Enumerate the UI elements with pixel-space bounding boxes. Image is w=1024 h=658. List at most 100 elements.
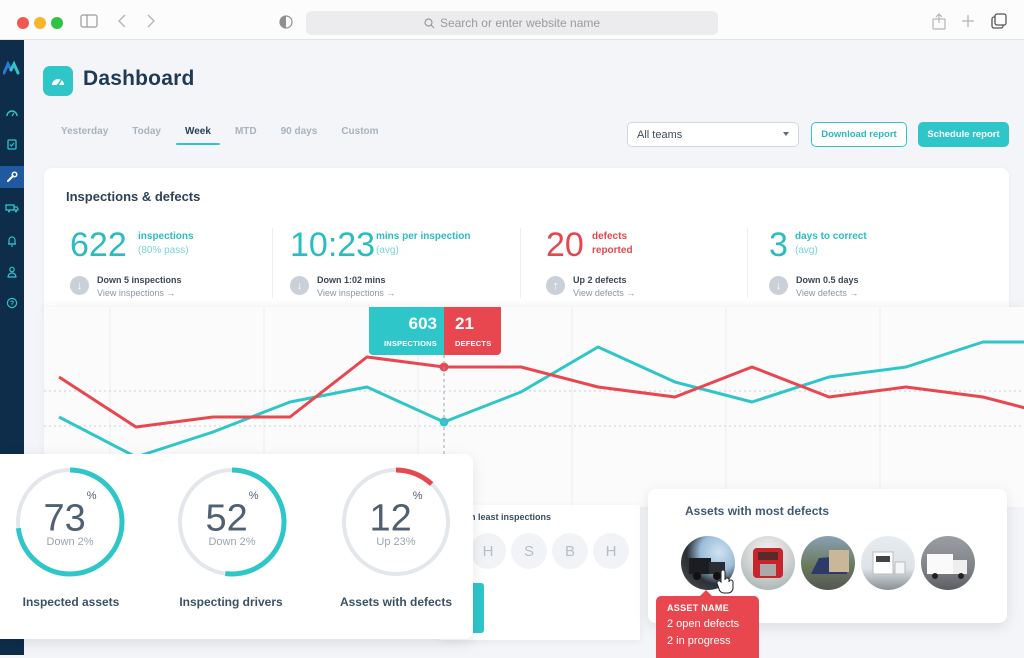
arrow-up-icon: ↑ bbox=[546, 276, 565, 295]
kpi-trend: Down 1:02 mins bbox=[317, 275, 386, 285]
sidebar-item-maintenance[interactable] bbox=[0, 166, 24, 188]
gauge-value: 52% bbox=[205, 490, 259, 540]
sidebar-item-users[interactable] bbox=[0, 261, 24, 283]
kpi-value: 20 bbox=[546, 226, 584, 264]
gauge-change: Up 23% bbox=[376, 536, 416, 548]
asset-tooltip-in-progress: 2 in progress bbox=[667, 635, 731, 647]
sidebar-item-dashboard[interactable] bbox=[0, 102, 24, 124]
gauge-change: Down 2% bbox=[46, 536, 94, 548]
tab-custom[interactable]: Custom bbox=[332, 126, 387, 145]
chart-tooltip-inspections: 603 INSPECTIONS bbox=[369, 307, 444, 355]
gauge-label: Inspected assets bbox=[22, 595, 120, 609]
logo-icon[interactable] bbox=[0, 57, 24, 79]
kpi-label: days to correct (avg) bbox=[795, 231, 867, 256]
sidebar-item-vehicles[interactable] bbox=[0, 197, 24, 219]
chart-tooltip-defects: 21 DEFECTS bbox=[444, 307, 501, 355]
new-tab-icon[interactable] bbox=[961, 14, 975, 32]
kpi-days-to-correct: 3 days to correct (avg) ↓ Down 0.5 days … bbox=[769, 225, 969, 305]
dashboard-gauge-icon bbox=[6, 110, 18, 117]
view-inspections-link[interactable]: View inspections → bbox=[97, 288, 175, 298]
asset-avatar-box-truck[interactable] bbox=[921, 536, 975, 590]
view-inspections-link[interactable]: View inspections → bbox=[317, 288, 395, 298]
chevron-down-icon bbox=[783, 132, 789, 136]
sidebar-item-alerts[interactable] bbox=[0, 230, 24, 252]
asset-avatar-white-truck[interactable] bbox=[861, 536, 915, 590]
driver-avatar[interactable]: B bbox=[552, 533, 588, 569]
help-icon: ? bbox=[6, 297, 18, 309]
download-report-button[interactable]: Download report bbox=[811, 122, 907, 147]
back-icon[interactable] bbox=[117, 13, 127, 33]
sidebar-item-help[interactable]: ? bbox=[0, 292, 24, 314]
driver-avatar[interactable]: H bbox=[470, 533, 506, 569]
tab-overview-icon[interactable] bbox=[991, 13, 1008, 34]
gauge-change: Down 2% bbox=[208, 536, 256, 548]
kpi-trend: Down 0.5 days bbox=[796, 275, 859, 285]
search-icon bbox=[424, 17, 435, 28]
maximize-window-button[interactable] bbox=[51, 17, 63, 29]
team-select[interactable]: All teams bbox=[627, 122, 799, 147]
gauge-assets-with-defects: 12% Up 23% bbox=[340, 466, 452, 578]
dashboard-badge bbox=[43, 66, 73, 96]
asset-tooltip-open-defects: 2 open defects bbox=[667, 618, 740, 630]
series-line-defects bbox=[58, 355, 1024, 429]
driver-avatar[interactable]: S bbox=[511, 533, 547, 569]
kpi-trend: Up 2 defects bbox=[573, 275, 627, 285]
tab-yesterday[interactable]: Yesterday bbox=[52, 126, 117, 145]
sidebar-item-inspections[interactable] bbox=[0, 133, 24, 155]
minimize-window-button[interactable] bbox=[34, 17, 46, 29]
user-icon bbox=[7, 266, 17, 278]
asset-avatar-red-truck[interactable] bbox=[741, 536, 795, 590]
address-placeholder: Search or enter website name bbox=[439, 16, 601, 30]
kpi-label: defects reported bbox=[592, 231, 633, 256]
kpi-value: 622 bbox=[70, 226, 127, 264]
tooltip-inspections-value: 603 bbox=[408, 314, 437, 333]
kpi-value: 10:23 bbox=[290, 226, 376, 264]
kpi-label: mins per inspection (avg) bbox=[376, 231, 471, 256]
browser-toolbar: Search or enter website name bbox=[0, 0, 1024, 40]
gauge-label: Inspecting drivers bbox=[179, 595, 283, 609]
tab-today[interactable]: Today bbox=[123, 126, 170, 145]
assets-title: Assets with most defects bbox=[685, 504, 830, 518]
view-defects-link[interactable]: View defects → bbox=[573, 288, 635, 298]
view-defects-link[interactable]: View defects → bbox=[796, 288, 858, 298]
sidebar-toggle-icon[interactable] bbox=[80, 14, 98, 32]
arrow-down-icon: ↓ bbox=[290, 276, 309, 295]
privacy-shield-icon[interactable] bbox=[279, 15, 293, 33]
close-window-button[interactable] bbox=[17, 17, 29, 29]
card-title: Inspections & defects bbox=[66, 189, 201, 204]
schedule-report-button[interactable]: Schedule report bbox=[918, 122, 1009, 147]
share-icon[interactable] bbox=[932, 13, 946, 34]
divider bbox=[520, 228, 521, 298]
truck-icon bbox=[5, 204, 19, 213]
asset-tooltip: ASSET NAME 2 open defects 2 in progress bbox=[656, 590, 759, 658]
hand-cursor-icon bbox=[716, 570, 734, 594]
driver-avatar[interactable]: H bbox=[593, 533, 629, 569]
tooltip-defects-value: 21 bbox=[455, 314, 474, 333]
tab-week[interactable]: Week bbox=[175, 126, 220, 145]
inspections-defects-card: Inspections & defects 622 inspections (8… bbox=[44, 168, 1009, 318]
kpi-mins-per-inspection: 10:23 mins per inspection (avg) ↓ Down 1… bbox=[290, 225, 510, 305]
kpi-label: inspections (80% pass) bbox=[138, 231, 194, 256]
team-select-value: All teams bbox=[637, 128, 683, 141]
svg-text:?: ? bbox=[10, 301, 14, 308]
kpi-defects: 20 defects reported ↑ Up 2 defects View … bbox=[546, 225, 746, 305]
asset-avatar-blue-truck[interactable] bbox=[801, 536, 855, 590]
kpi-trend: Down 5 inspections bbox=[97, 275, 182, 285]
gauge-inspected-assets: 73% Down 2% bbox=[14, 466, 126, 578]
gauges-card: 73% Down 2% Inspected assets 52% Down 2%… bbox=[0, 454, 473, 639]
address-bar[interactable]: Search or enter website name bbox=[306, 11, 718, 35]
least-inspections-title: th least inspections bbox=[467, 512, 552, 522]
page-title: Dashboard bbox=[83, 67, 195, 90]
asset-tooltip-title: ASSET NAME bbox=[667, 603, 730, 613]
gauge-inspecting-drivers: 52% Down 2% bbox=[176, 466, 288, 578]
divider bbox=[747, 228, 748, 298]
bell-icon bbox=[8, 236, 16, 247]
divider bbox=[272, 228, 273, 298]
speedometer-icon bbox=[52, 79, 64, 87]
forward-icon[interactable] bbox=[146, 13, 156, 33]
tab-mtd[interactable]: MTD bbox=[226, 126, 266, 145]
kpi-value: 3 bbox=[769, 226, 788, 264]
date-range-tabs: Yesterday Today Week MTD 90 days Custom bbox=[52, 126, 394, 145]
tab-90-days[interactable]: 90 days bbox=[272, 126, 327, 145]
arrow-down-icon: ↓ bbox=[70, 276, 89, 295]
